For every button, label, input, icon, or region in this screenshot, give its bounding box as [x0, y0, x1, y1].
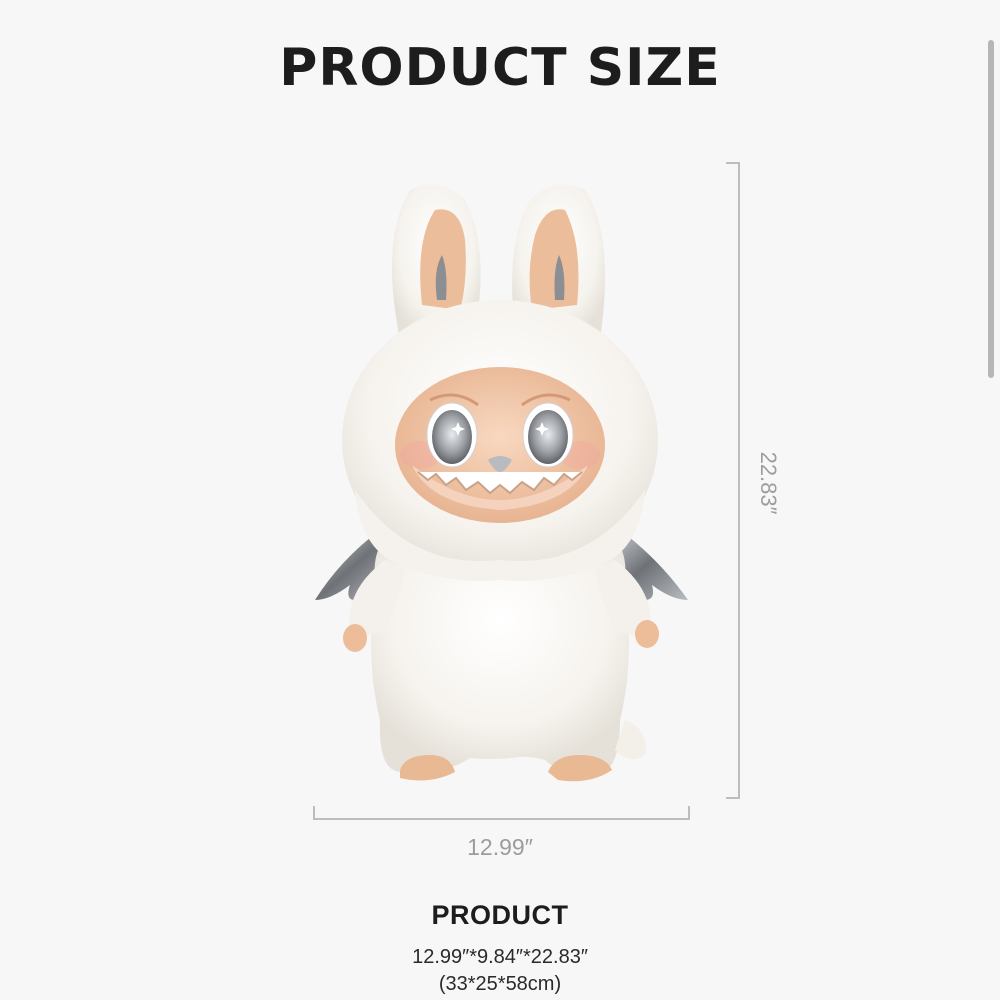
width-dimension-line — [313, 818, 689, 820]
right-eye — [528, 410, 568, 464]
left-eye — [432, 410, 472, 464]
vertical-scrollbar[interactable] — [988, 40, 994, 378]
height-dimension-cap-bottom — [726, 797, 740, 799]
product-size-page: PRODUCT SIZE 22.83″ 12.99″ PRODUCT 12.99… — [0, 0, 1000, 1000]
height-dimension-line — [738, 162, 740, 798]
left-hand — [343, 624, 367, 652]
width-dimension-label: 12.99″ — [467, 834, 533, 860]
page-title: PRODUCT SIZE — [279, 38, 721, 98]
product-size-cm: (33*25*58cm) — [438, 973, 562, 995]
height-dimension-label: 22.83″ — [756, 451, 781, 515]
product-size-inches: 12.99″*9.84″*22.83″ — [412, 946, 588, 968]
plush-figure-svg — [315, 184, 688, 782]
width-dimension-cap-right — [688, 806, 690, 820]
right-hand — [635, 620, 659, 648]
plush-figure-icon — [300, 160, 700, 800]
product-section-title: PRODUCT — [431, 900, 569, 930]
